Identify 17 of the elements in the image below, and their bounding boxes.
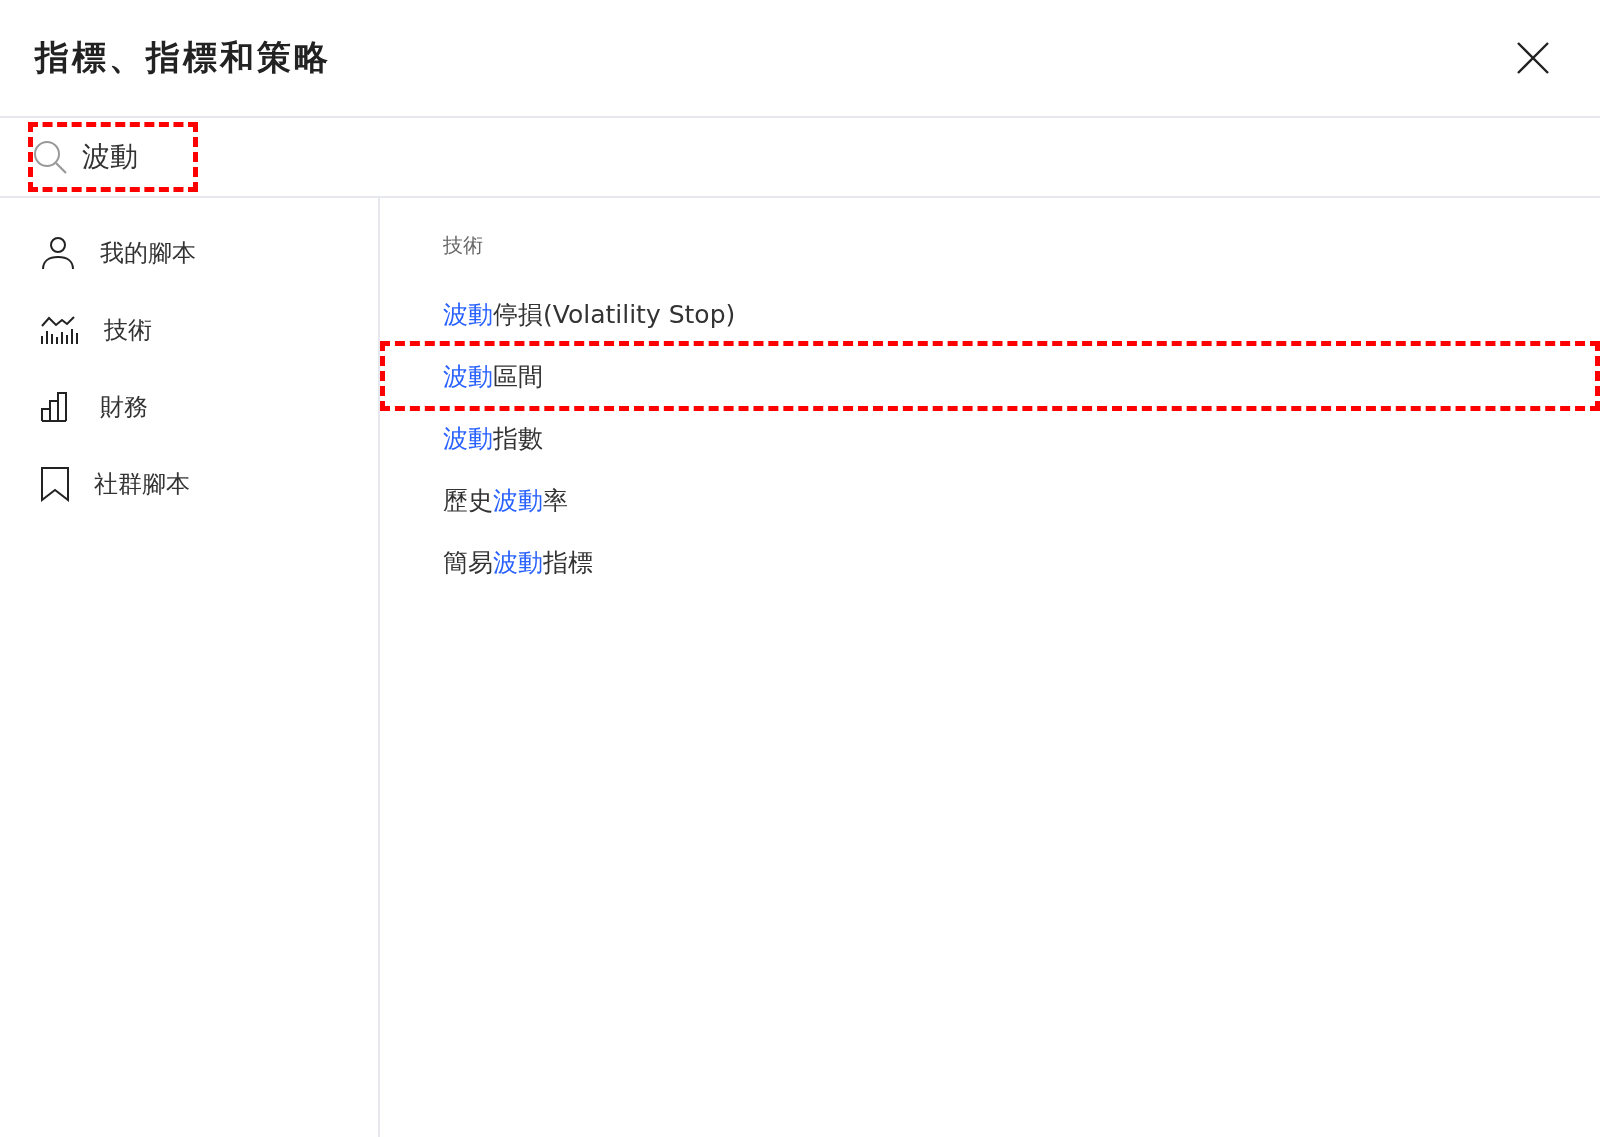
sidebar-item[interactable]: 財務 — [0, 368, 378, 445]
search-field[interactable]: 波動 — [82, 140, 302, 174]
result-item[interactable]: 波動區間 — [443, 359, 543, 393]
search-icon — [32, 139, 68, 175]
sidebar-item[interactable]: 技術 — [0, 291, 378, 368]
result-item[interactable]: 歷史波動率 — [443, 483, 568, 517]
result-item[interactable]: 波動停損(Volatility Stop) — [443, 297, 736, 331]
bookmark-icon — [40, 465, 70, 502]
person-icon — [40, 234, 76, 271]
close-icon[interactable] — [1516, 41, 1550, 75]
chart-line-icon — [40, 313, 80, 346]
result-item[interactable]: 波動指數 — [443, 421, 543, 455]
result-item[interactable]: 簡易波動指標 — [443, 545, 593, 579]
section-heading: 技術 — [443, 232, 483, 259]
sidebar-item[interactable]: 我的腳本 — [0, 214, 378, 291]
sidebar-item[interactable]: 社群腳本 — [0, 445, 378, 522]
dialog-title: 指標、指標和策略 — [35, 36, 331, 79]
